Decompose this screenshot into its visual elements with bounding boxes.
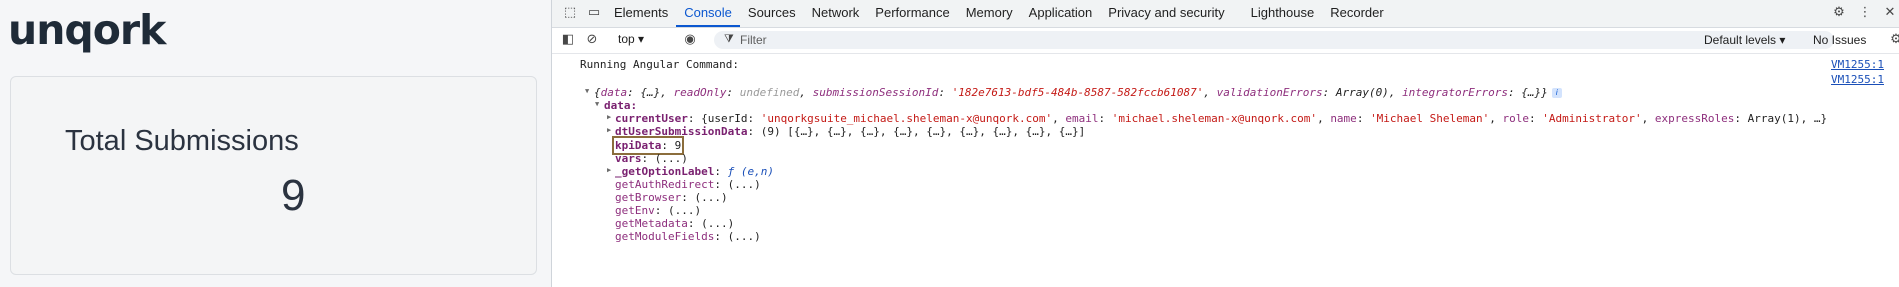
kpi-title: Total Submissions <box>65 125 299 157</box>
filter-input[interactable] <box>740 31 1820 49</box>
expand-triangle-icon[interactable]: ▼ <box>585 87 591 95</box>
clear-console-icon[interactable]: ⊘ <box>584 32 600 48</box>
kpi-card: Total Submissions 9 <box>10 76 537 275</box>
devtools-tabbar: ⬚ ▭ Elements Console Sources Network Per… <box>552 0 1899 28</box>
tab-performance[interactable]: Performance <box>867 0 957 27</box>
devtools-panel: ⬚ ▭ Elements Console Sources Network Per… <box>551 0 1899 287</box>
log-levels-label: Default levels <box>1704 33 1777 47</box>
settings-gear-icon[interactable]: ⚙ <box>1831 5 1847 21</box>
source-link[interactable]: VM1255:1 <box>1831 58 1884 71</box>
data-key[interactable]: data: <box>604 99 637 112</box>
getter-row[interactable]: getBrowser: (...) <box>615 191 728 204</box>
getter-row[interactable]: getAuthRedirect: (...) <box>615 178 761 191</box>
tab-memory[interactable]: Memory <box>958 0 1021 27</box>
sidebar-toggle-icon[interactable]: ◧ <box>560 32 576 48</box>
devtools-tabs: Elements Console Sources Network Perform… <box>606 0 1392 27</box>
tab-console[interactable]: Console <box>676 0 740 27</box>
kpi-data-highlight: kpiData: 9 <box>611 136 685 155</box>
tab-recorder[interactable]: Recorder <box>1322 0 1391 27</box>
more-options-icon[interactable]: ⋮ <box>1857 5 1873 21</box>
log-levels-dropdown[interactable]: Default levels ▾ <box>1704 33 1785 47</box>
getter-row[interactable]: getMetadata: (...) <box>615 217 734 230</box>
issues-counter[interactable]: No Issues <box>1813 33 1866 47</box>
tab-application[interactable]: Application <box>1021 0 1101 27</box>
option-label-row[interactable]: _getOptionLabel: ƒ (e,n) <box>615 165 774 178</box>
app-panel: unqork Total Submissions 9 <box>0 0 551 287</box>
context-label: top <box>618 32 635 46</box>
getter-row[interactable]: getEnv: (...) <box>615 204 701 217</box>
object-summary[interactable]: {data: {…}, readOnly: undefined, submiss… <box>594 86 1562 99</box>
filter-box: ⧩ <box>714 31 1834 49</box>
source-link[interactable]: VM1255:1 <box>1831 73 1884 86</box>
chevron-down-icon: ▾ <box>638 32 645 46</box>
kpi-value: 9 <box>281 171 306 220</box>
context-selector[interactable]: top ▾ <box>618 32 644 46</box>
tab-elements[interactable]: Elements <box>606 0 676 27</box>
getter-row[interactable]: getModuleFields: (...) <box>615 230 761 243</box>
tab-network[interactable]: Network <box>804 0 868 27</box>
console-message: Running Angular Command: <box>580 58 739 71</box>
tab-lighthouse[interactable]: Lighthouse <box>1243 0 1323 27</box>
info-icon[interactable]: i <box>1551 88 1562 98</box>
chevron-down-icon: ▾ <box>1779 33 1786 47</box>
vars-row[interactable]: vars: (...) <box>615 152 688 165</box>
tab-privacy-security[interactable]: Privacy and security <box>1100 0 1232 27</box>
filter-icon: ⧩ <box>724 32 734 45</box>
current-user-row[interactable]: currentUser: {userId: 'unqorkgsuite_mich… <box>615 112 1827 125</box>
collapse-triangle-icon[interactable]: ▶ <box>607 113 613 121</box>
dt-user-submission-row[interactable]: dtUserSubmissionData: (9) [{…}, {…}, {…}… <box>615 125 1085 138</box>
console-settings-icon[interactable]: ⚙ <box>1888 32 1899 48</box>
console-toolbar: ◧ ⊘ top ▾ ◉ ⧩ Default levels ▾ No Issues… <box>552 28 1899 54</box>
eye-icon[interactable]: ◉ <box>682 32 698 48</box>
close-icon[interactable]: ✕ <box>1882 5 1898 21</box>
unqork-logo: unqork <box>8 6 166 54</box>
device-toolbar-icon[interactable]: ▭ <box>586 5 602 21</box>
collapse-triangle-icon[interactable]: ▶ <box>607 166 613 174</box>
expand-triangle-icon[interactable]: ▼ <box>595 100 601 108</box>
tab-sources[interactable]: Sources <box>740 0 804 27</box>
kpi-data-row[interactable]: kpiData: 9 <box>611 136 685 155</box>
inspect-element-icon[interactable]: ⬚ <box>562 5 578 21</box>
console-output: Running Angular Command: VM1255:1 VM1255… <box>552 54 1899 287</box>
collapse-triangle-icon[interactable]: ▶ <box>607 126 613 134</box>
